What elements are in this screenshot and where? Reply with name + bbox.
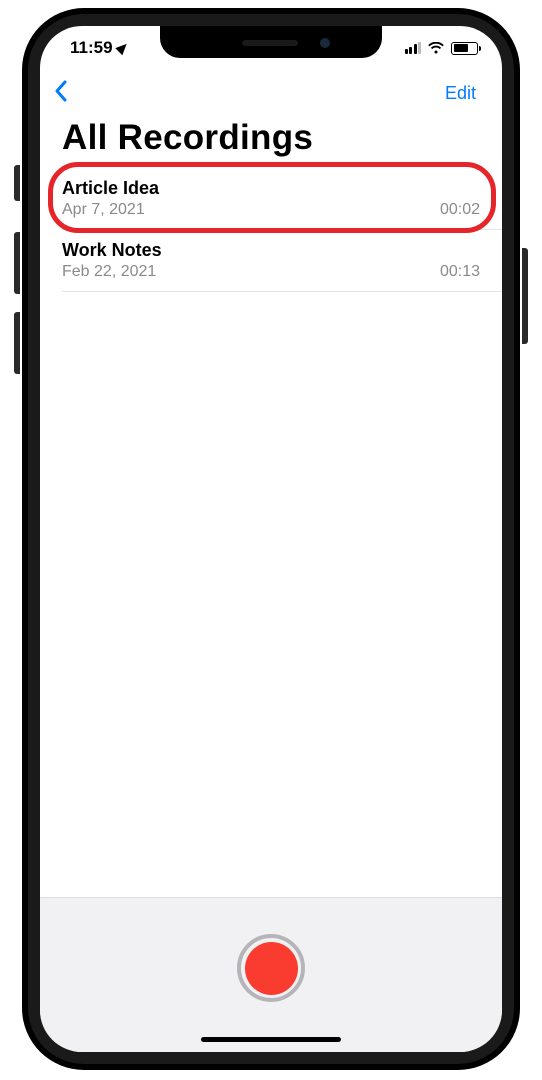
back-button[interactable]	[54, 80, 68, 107]
chevron-left-icon	[54, 80, 68, 102]
edit-button[interactable]: Edit	[439, 79, 482, 108]
notch	[160, 26, 382, 58]
record-button[interactable]	[237, 934, 305, 1002]
recording-date: Apr 7, 2021	[62, 201, 145, 219]
recording-title: Article Idea	[62, 178, 480, 199]
recording-date: Feb 22, 2021	[62, 263, 156, 281]
recording-duration: 00:13	[440, 263, 480, 281]
recordings-list: Article Idea Apr 7, 2021 00:02 Work Note…	[40, 168, 502, 292]
wifi-icon	[427, 42, 445, 55]
recording-title: Work Notes	[62, 240, 480, 261]
cellular-signal-icon	[405, 42, 422, 54]
status-time: 11:59	[70, 38, 113, 58]
location-icon	[115, 40, 130, 55]
recording-item[interactable]: Work Notes Feb 22, 2021 00:13	[62, 230, 502, 292]
phone-frame: 11:59	[22, 8, 520, 1070]
home-indicator[interactable]	[201, 1037, 341, 1042]
recording-duration: 00:02	[440, 201, 480, 219]
record-icon	[245, 942, 298, 995]
battery-icon	[451, 42, 478, 55]
page-title: All Recordings	[40, 114, 502, 168]
screen: 11:59	[40, 26, 502, 1052]
nav-bar: Edit	[40, 70, 502, 114]
record-toolbar	[40, 897, 502, 1052]
recording-item[interactable]: Article Idea Apr 7, 2021 00:02	[62, 168, 502, 230]
